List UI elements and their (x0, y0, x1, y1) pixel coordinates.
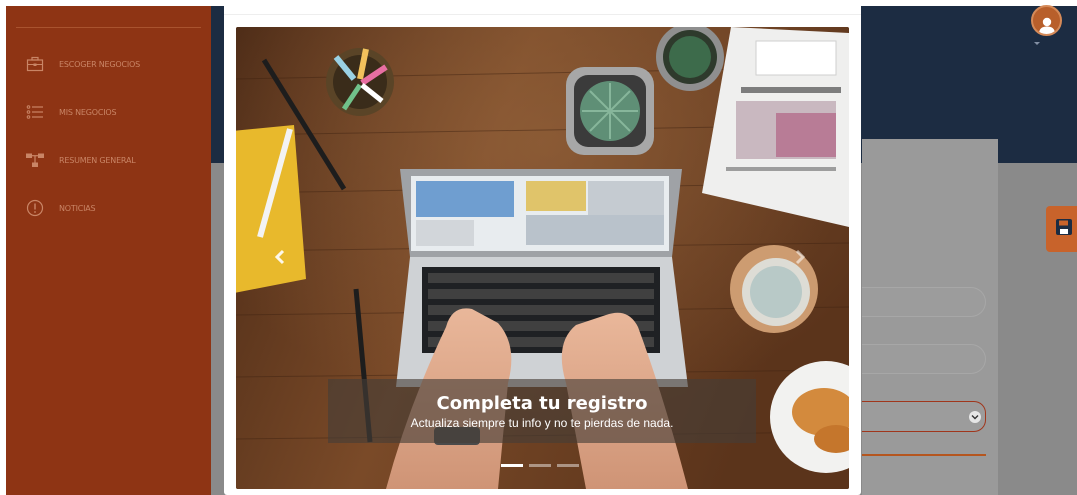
carousel-indicator-1[interactable] (501, 464, 523, 467)
text-field[interactable] (862, 344, 986, 374)
sidebar-item-mis-negocios[interactable]: MIS NEGOCIOS (6, 97, 211, 127)
carousel-indicator-3[interactable] (557, 464, 579, 467)
sidebar-item-label: MIS NEGOCIOS (59, 107, 117, 117)
carousel-indicator-2[interactable] (529, 464, 551, 467)
slide-caption: Completa tu registro Actualiza siempre t… (328, 379, 756, 443)
save-button[interactable] (1046, 206, 1077, 252)
image-carousel[interactable]: Completa tu registro Actualiza siempre t… (236, 27, 849, 489)
sidebar-item-label: RESUMEN GENERAL (59, 155, 136, 165)
sidebar-item-resumen-general[interactable]: RESUMEN GENERAL (6, 145, 211, 175)
sidebar-item-label: NOTICIAS (59, 203, 96, 213)
slide-title: Completa tu registro (436, 393, 648, 414)
form-divider (862, 454, 986, 456)
slide-text: Actualiza siempre tu info y no te pierda… (410, 416, 674, 430)
sidebar-item-noticias[interactable]: NOTICIAS (6, 193, 211, 223)
form-card (862, 139, 998, 495)
user-avatar-icon[interactable] (1031, 5, 1062, 36)
list-icon (25, 102, 45, 122)
chevron-down-icon (969, 411, 981, 423)
floppy-disk-icon (1055, 218, 1073, 241)
briefcase-icon (25, 54, 45, 74)
chevron-right-icon[interactable] (792, 249, 808, 265)
sidebar-item-escoger-negocios[interactable]: ESCOGER NEGOCIOS (6, 49, 211, 79)
caret-down-icon[interactable] (1034, 42, 1040, 45)
info-circle-icon (25, 198, 45, 218)
hierarchy-icon (25, 150, 45, 170)
sidebar: ESCOGER NEGOCIOS MIS NEGOCIOS RESUMEN GE… (6, 6, 211, 495)
text-field[interactable] (862, 287, 986, 317)
welcome-modal: Completa tu registro Actualiza siempre t… (224, 0, 861, 495)
carousel-indicators (501, 464, 579, 467)
sidebar-divider (16, 27, 201, 28)
sidebar-item-label: ESCOGER NEGOCIOS (59, 59, 141, 69)
modal-header-divider (224, 14, 861, 15)
chevron-left-icon[interactable] (272, 249, 288, 265)
select-field[interactable] (862, 401, 986, 432)
